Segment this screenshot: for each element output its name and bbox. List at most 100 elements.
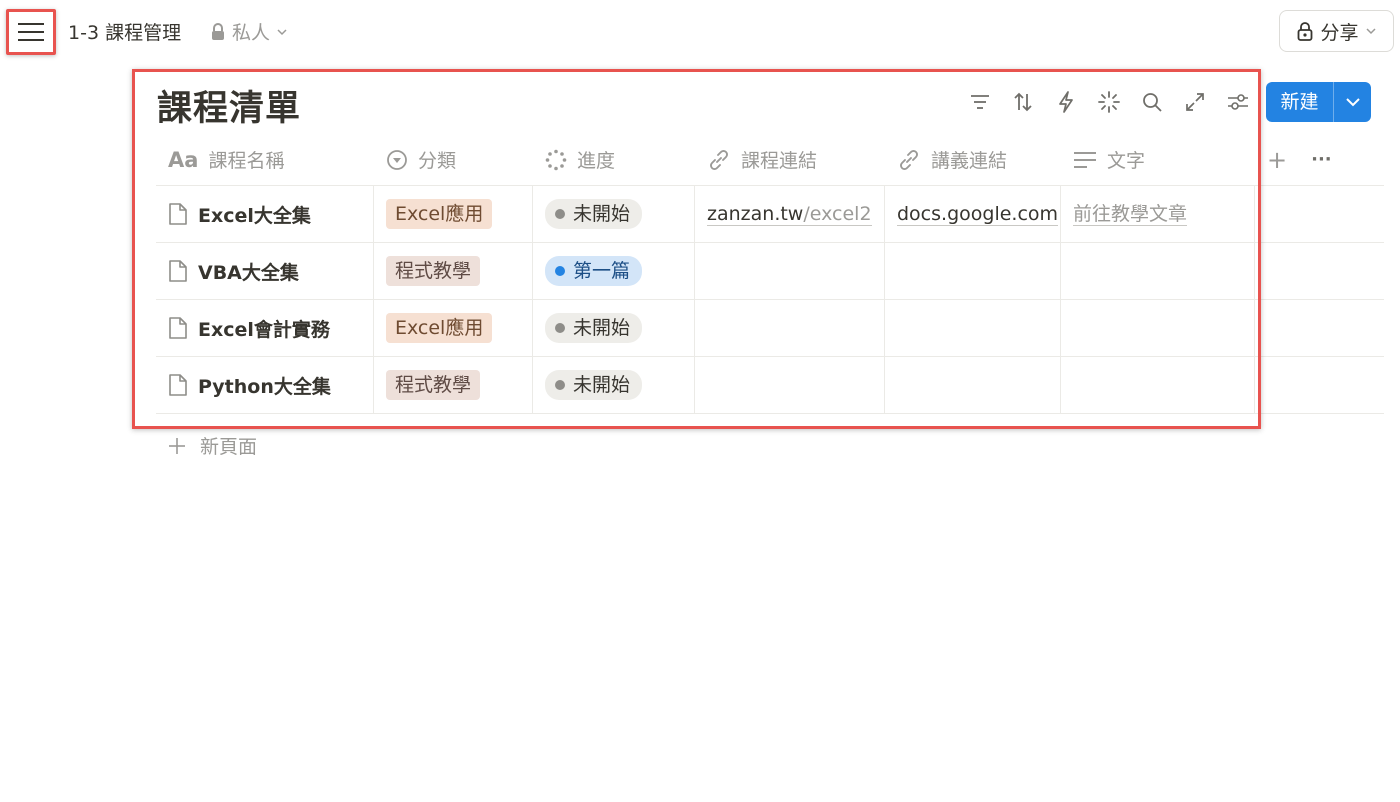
ai-button[interactable] (1087, 84, 1130, 120)
course-link-cell[interactable] (695, 300, 885, 356)
category-cell[interactable]: 程式教學 (374, 357, 533, 413)
chevron-down-icon (1345, 98, 1360, 107)
handout-link-cell[interactable]: docs.google.com (885, 186, 1061, 242)
category-tag: Excel應用 (386, 313, 493, 343)
category-cell[interactable]: Excel應用 (374, 300, 533, 356)
column-header-name[interactable]: Aa 課程名稱 (156, 134, 374, 185)
share-button[interactable]: 分享 (1279, 10, 1394, 52)
column-header-course-link[interactable]: 課程連結 (695, 134, 885, 185)
lock-icon (212, 22, 224, 40)
table-row[interactable]: VBA大全集 程式教學 第一篇 (156, 243, 1384, 300)
status-dot (555, 323, 565, 333)
search-icon (1142, 93, 1162, 112)
expand-icon (1185, 93, 1204, 111)
empty-cell (1255, 300, 1384, 356)
category-tag: 程式教學 (386, 370, 481, 400)
name-cell[interactable]: Python大全集 (156, 357, 374, 413)
sort-icon (1013, 92, 1032, 112)
filter-icon (970, 95, 989, 109)
handout-link-cell[interactable] (885, 357, 1061, 413)
status-cell[interactable]: 未開始 (533, 357, 695, 413)
text-value[interactable]: 前往教學文章 (1073, 203, 1188, 226)
text-type-icon: Aa (168, 147, 199, 172)
text-cell[interactable] (1061, 357, 1255, 413)
name-cell[interactable]: VBA大全集 (156, 243, 374, 299)
privacy-selector[interactable]: 私人 (210, 18, 288, 45)
course-link-cell[interactable] (695, 243, 885, 299)
table-row[interactable]: Excel大全集 Excel應用 未開始 zanzan.tw/excel2 do… (156, 186, 1384, 243)
handout-link-cell[interactable] (885, 300, 1061, 356)
table-header-row: Aa 課程名稱 分類 進度 課程連結 講義連結 文字 + ··· (156, 134, 1384, 186)
new-button-label[interactable]: 新建 (1266, 82, 1334, 122)
course-link-cell[interactable] (695, 357, 885, 413)
chevron-down-icon (1365, 28, 1376, 35)
status-dot (555, 380, 565, 390)
lock-icon (1298, 22, 1313, 41)
chevron-down-icon (277, 28, 287, 35)
ai-icon (1097, 91, 1120, 113)
course-link-cell[interactable]: zanzan.tw/excel2 (695, 186, 885, 242)
search-button[interactable] (1130, 84, 1173, 120)
select-icon (387, 149, 407, 170)
privacy-label: 私人 (232, 22, 271, 44)
column-header-text[interactable]: 文字 (1061, 134, 1255, 185)
row-name[interactable]: VBA大全集 (198, 258, 299, 285)
text-lines-icon (1074, 151, 1096, 168)
table-row[interactable]: Python大全集 程式教學 未開始 (156, 357, 1384, 414)
column-header-status[interactable]: 進度 (533, 134, 695, 185)
name-cell[interactable]: Excel大全集 (156, 186, 374, 242)
table-row[interactable]: Excel會計實務 Excel應用 未開始 (156, 300, 1384, 357)
status-dot (555, 209, 565, 219)
plus-icon (169, 437, 185, 454)
column-header-category[interactable]: 分類 (374, 134, 533, 185)
status-badge: 未開始 (545, 370, 643, 400)
new-button[interactable]: 新建 (1266, 82, 1371, 122)
link-icon (710, 149, 728, 170)
handout-link[interactable]: docs.google.com (897, 203, 1059, 226)
link-icon (900, 149, 918, 170)
hamburger-icon (18, 23, 44, 41)
category-tag: Excel應用 (386, 199, 493, 229)
add-page-label: 新頁面 (200, 436, 258, 458)
sidebar-menu-button[interactable] (6, 9, 56, 55)
more-options-button[interactable]: ··· (1311, 149, 1332, 170)
row-name[interactable]: Excel會計實務 (198, 315, 330, 342)
database-title[interactable]: 課程清單 (157, 80, 301, 131)
automation-icon (1058, 91, 1073, 113)
sort-button[interactable] (1001, 84, 1044, 120)
automation-button[interactable] (1044, 84, 1087, 120)
new-button-dropdown[interactable] (1334, 82, 1371, 122)
category-tag: 程式教學 (386, 256, 481, 286)
row-name[interactable]: Excel大全集 (198, 201, 311, 228)
settings-button[interactable] (1216, 84, 1259, 120)
status-cell[interactable]: 未開始 (533, 300, 695, 356)
empty-cell (1255, 243, 1384, 299)
status-cell[interactable]: 未開始 (533, 186, 695, 242)
text-cell[interactable] (1061, 300, 1255, 356)
handout-link-cell[interactable] (885, 243, 1061, 299)
status-badge: 未開始 (545, 199, 643, 229)
text-cell[interactable] (1061, 243, 1255, 299)
category-cell[interactable]: Excel應用 (374, 186, 533, 242)
row-name[interactable]: Python大全集 (198, 372, 331, 399)
empty-cell (1255, 186, 1384, 242)
add-column-button[interactable]: + (1267, 146, 1287, 174)
expand-button[interactable] (1173, 84, 1216, 120)
status-badge: 未開始 (545, 313, 643, 343)
settings-icon (1227, 94, 1248, 110)
name-cell[interactable]: Excel會計實務 (156, 300, 374, 356)
text-cell[interactable]: 前往教學文章 (1061, 186, 1255, 242)
page-icon (169, 203, 187, 225)
course-link[interactable]: zanzan.tw/excel2 (707, 203, 872, 226)
add-new-page-button[interactable]: 新頁面 (168, 432, 257, 459)
filter-button[interactable] (958, 84, 1001, 120)
breadcrumb-page-title[interactable]: 1-3 課程管理 (68, 18, 181, 45)
status-cell[interactable]: 第一篇 (533, 243, 695, 299)
empty-cell (1255, 357, 1384, 413)
column-header-handout-link[interactable]: 講義連結 (885, 134, 1061, 185)
status-badge: 第一篇 (545, 256, 643, 286)
share-label: 分享 (1320, 21, 1359, 44)
category-cell[interactable]: 程式教學 (374, 243, 533, 299)
database-toolbar (958, 84, 1259, 120)
status-icon (545, 149, 567, 170)
